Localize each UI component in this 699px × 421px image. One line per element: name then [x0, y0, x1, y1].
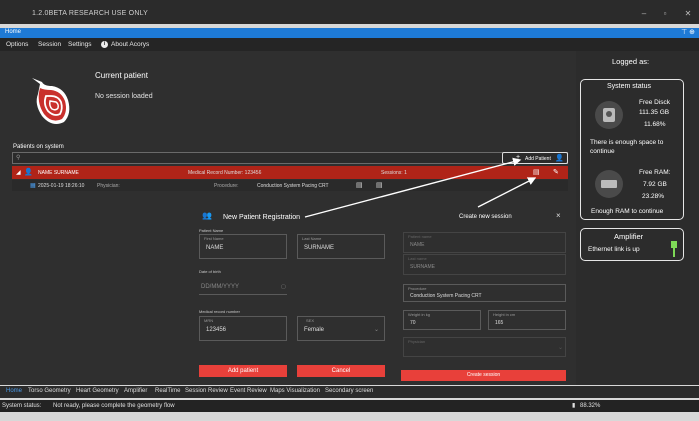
free-ram-value: 7.92 GB: [643, 181, 667, 188]
status-bar: System status: Not ready, please complet…: [0, 400, 699, 412]
ethernet-status: Ethernet link is up: [588, 246, 640, 253]
tab-home[interactable]: Home: [6, 388, 22, 394]
free-disk-pct: 11.68%: [644, 121, 666, 128]
tab-heart-geometry[interactable]: Heart Geometry: [76, 388, 119, 394]
free-disk-value: 111.35 GB: [639, 109, 670, 116]
hard-disk-icon: [595, 101, 623, 129]
ethernet-plug-icon: [671, 241, 677, 257]
tab-torso-geometry[interactable]: Torso Geometry: [28, 388, 71, 394]
arrow-to-add-patient: [304, 157, 522, 218]
tab-realtime[interactable]: RealTime: [155, 388, 180, 394]
battery-icon: ▮: [572, 403, 576, 409]
free-ram-label: Free RAM:: [639, 169, 671, 176]
tab-amplifier[interactable]: Amplifier: [124, 388, 147, 394]
amplifier-card: Amplifier Ethernet link is up: [580, 228, 684, 261]
tab-secondary-screen[interactable]: Secondary screen: [325, 388, 373, 394]
tab-session-review[interactable]: Session Review: [185, 388, 228, 394]
logged-as-label: Logged as:: [612, 57, 650, 66]
status-label: System status:: [2, 403, 42, 409]
amplifier-title: Amplifier: [614, 232, 644, 241]
battery-value: 88.32%: [580, 403, 601, 409]
system-status-card: System status Free Disck 111.35 GB 11.68…: [580, 79, 684, 220]
tab-event-review[interactable]: Event Review: [230, 388, 267, 394]
system-status-title: System status: [607, 83, 651, 90]
free-disk-label: Free Disck: [639, 99, 671, 106]
ram-message: Enough RAM to continue: [591, 208, 664, 215]
ram-icon: [595, 170, 623, 198]
tab-maps-visualization[interactable]: Maps Visualization: [270, 388, 320, 394]
disk-message: There is enough space to continue: [590, 139, 664, 155]
tab-bar: Home Torso Geometry Heart Geometry Ampli…: [0, 386, 699, 398]
arrow-to-new-session: [477, 177, 537, 208]
status-message: Not ready, please complete the geometry …: [53, 403, 175, 409]
free-ram-pct: 23.28%: [642, 193, 665, 200]
